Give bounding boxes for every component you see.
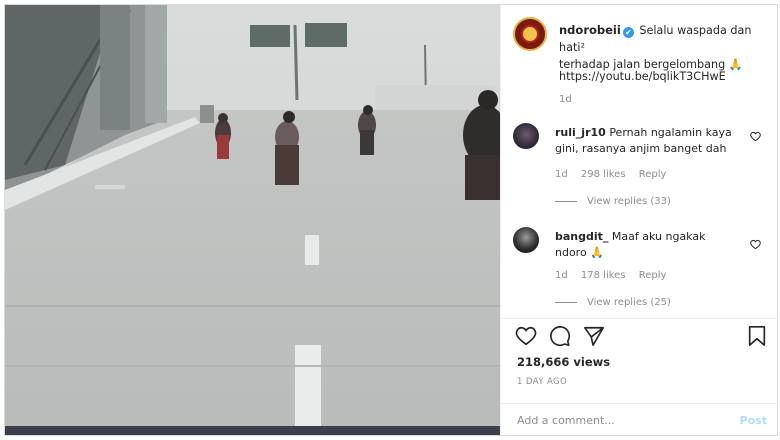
post-date[interactable]: 1 DAY AGO [517,377,567,387]
avatar-emblem [521,25,539,43]
comment-body: bangdit_ Maaf aku ngakak ndoro 🙏 [555,229,735,261]
comment-time[interactable]: 1d [555,270,568,281]
commenter-avatar[interactable] [513,227,539,253]
view-replies-label: View replies (33) [587,196,671,207]
divider [555,302,577,303]
add-comment-bar: Add a comment... Post [501,403,777,435]
view-replies-button[interactable]: View replies (33) [555,196,671,207]
commenter-avatar[interactable] [513,123,539,149]
share-icon[interactable] [583,325,607,349]
comment-likes[interactable]: 298 likes [581,169,626,180]
comment-icon[interactable] [549,325,573,349]
comment-username[interactable]: bangdit_ [555,230,608,243]
caption-link[interactable]: https://youtu.be/bqlikT3CHwE [559,70,726,83]
bookmark-icon[interactable] [747,325,771,349]
author-avatar[interactable] [513,17,547,51]
post-sidebar: ndorobeii ✔ Selalu waspada dan hati² terh… [500,5,777,435]
comment-likes[interactable]: 178 likes [581,270,626,281]
view-count[interactable]: 218,666 views [517,355,610,369]
comment-time[interactable]: 1d [555,169,568,180]
comment-like-heart-icon[interactable] [750,235,761,254]
heart-icon[interactable] [515,325,539,349]
post-caption: ndorobeii ✔ Selalu waspada dan hati² terh… [559,22,769,73]
reply-button[interactable]: Reply [639,270,667,281]
post-dialog: ndorobeii ✔ Selalu waspada dan hati² terh… [4,4,778,436]
comment-like-heart-icon[interactable] [750,127,761,146]
divider [555,201,577,202]
caption-time[interactable]: 1d [559,94,572,105]
comment-body: ruli_jr10 Pernah ngalamin kaya gini, ras… [555,125,735,157]
verified-badge-icon: ✔ [622,27,634,38]
add-comment-input[interactable]: Add a comment... [517,414,615,427]
author-username[interactable]: ndorobeii [559,23,621,37]
reply-button[interactable]: Reply [639,169,667,180]
post-actions: 218,666 views 1 DAY AGO Add a comment...… [501,318,777,435]
post-comment-button[interactable]: Post [740,414,767,427]
comment-meta: 1d 178 likes Reply [555,270,676,281]
video-frame [5,5,500,435]
view-replies-label: View replies (25) [587,297,671,308]
post-video[interactable] [5,5,500,435]
comment-meta: 1d 298 likes Reply [555,169,676,180]
comment-username[interactable]: ruli_jr10 [555,126,606,139]
view-replies-button[interactable]: View replies (25) [555,297,671,308]
